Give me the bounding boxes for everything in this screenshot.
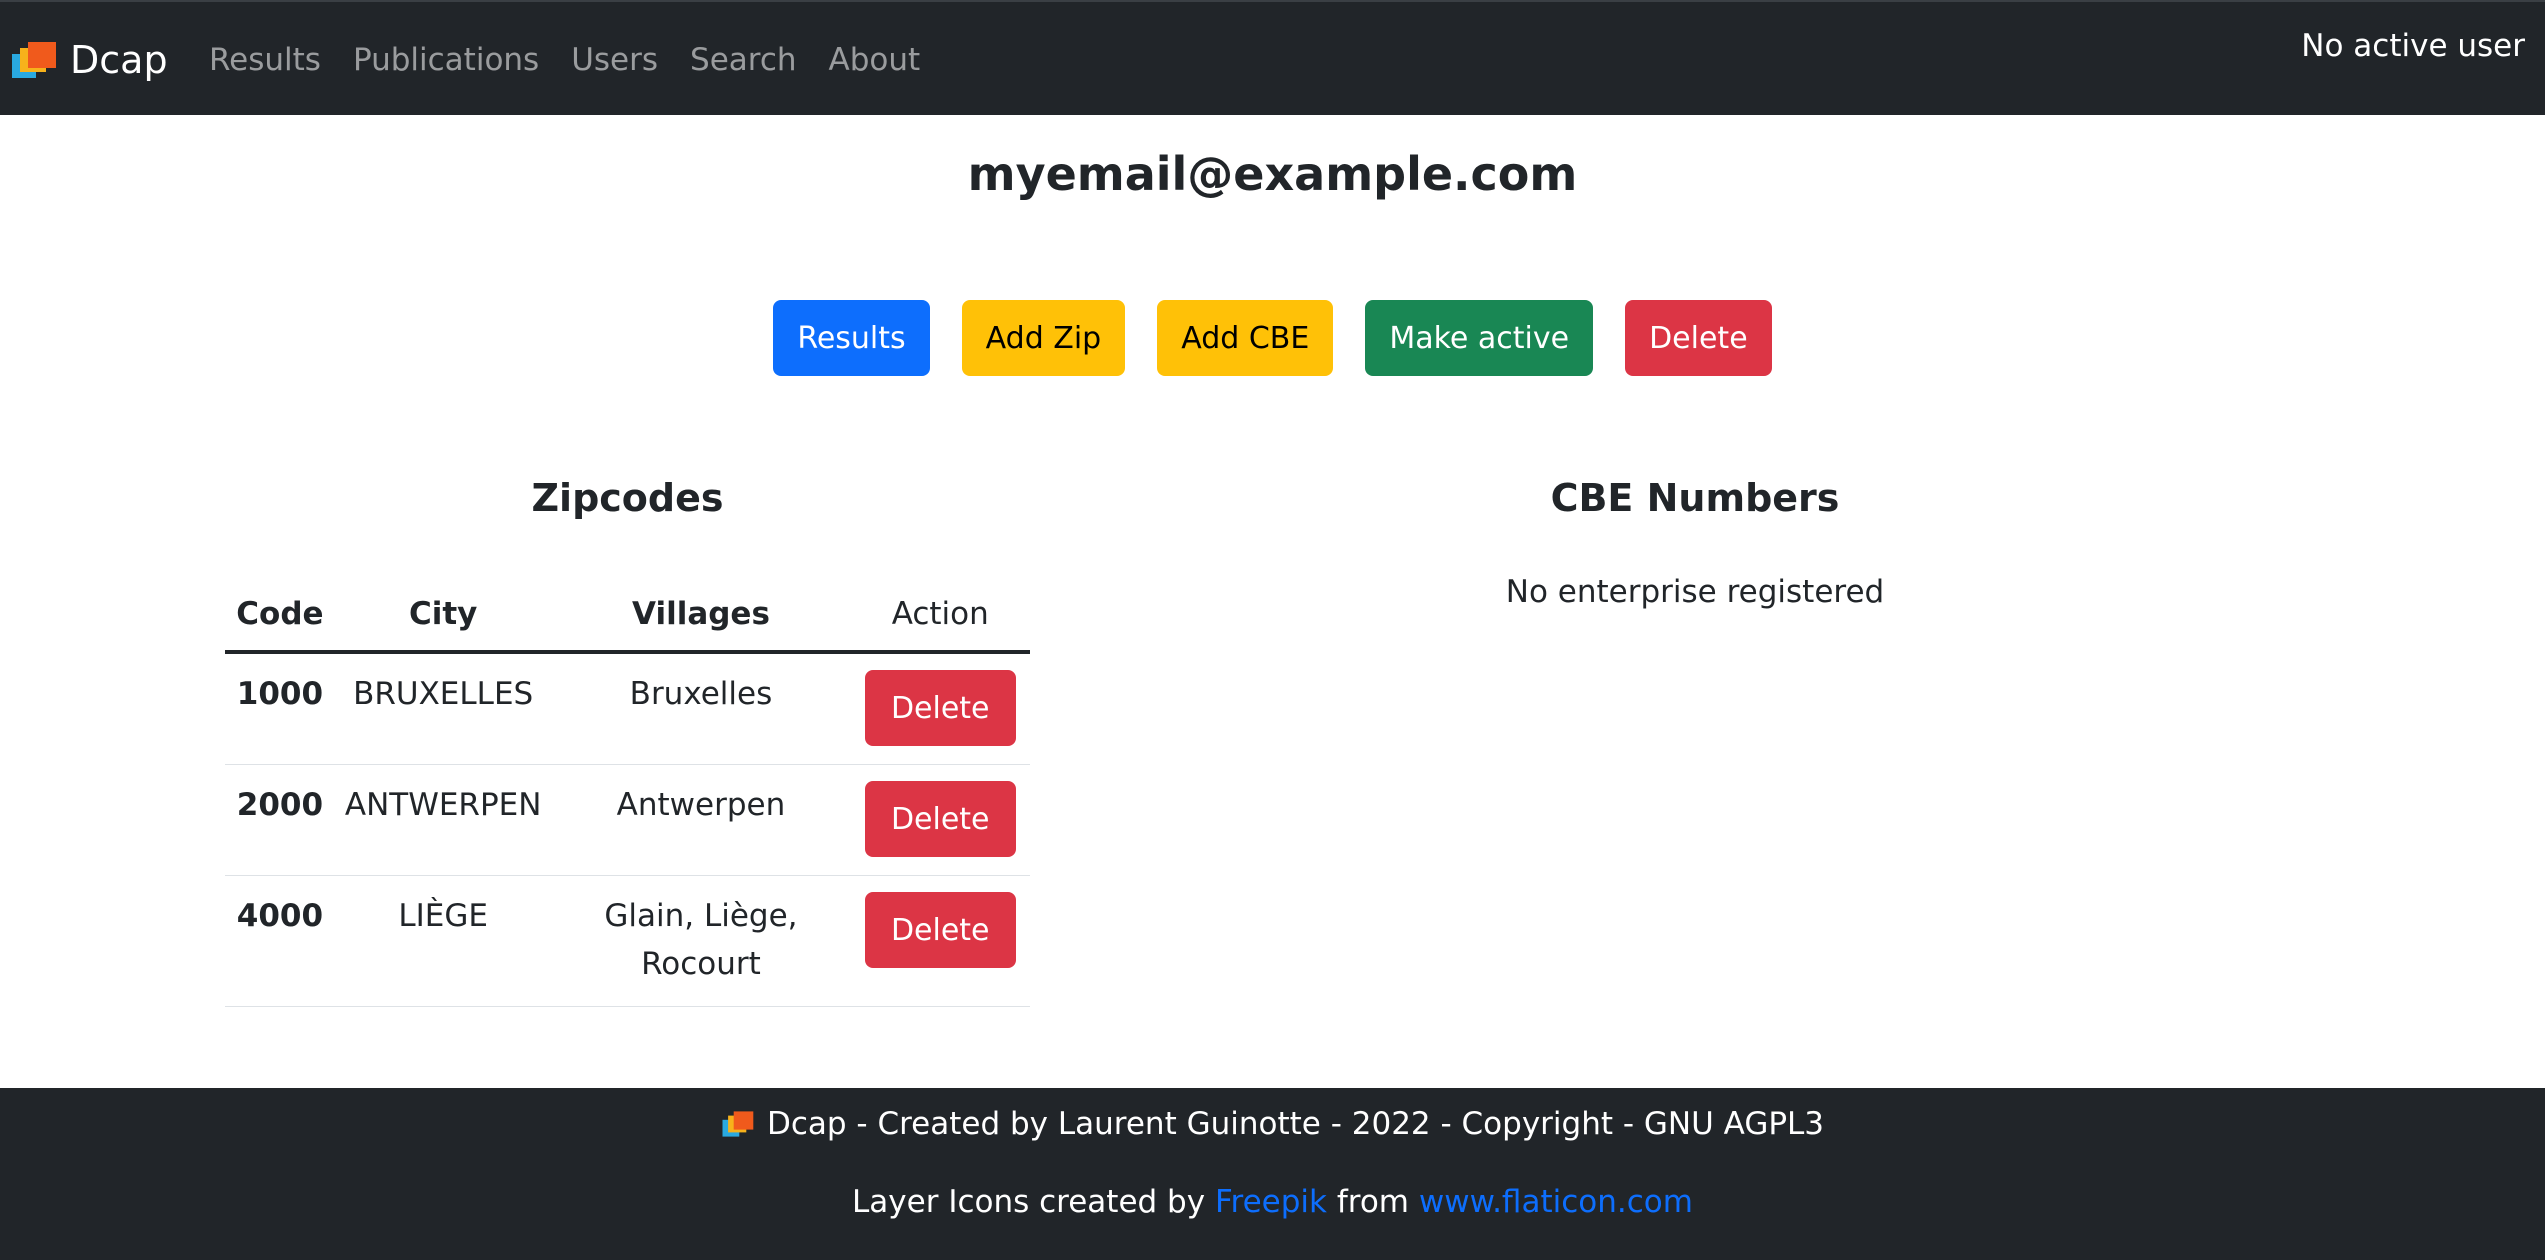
zip-villages: Antwerpen — [551, 764, 851, 876]
zip-city: LIÈGE — [334, 875, 552, 1007]
nav-links: Results Publications Users Search About — [209, 40, 952, 80]
footer-credit-prefix: Layer Icons created by — [852, 1184, 1206, 1220]
results-button[interactable]: Results — [773, 300, 930, 376]
make-active-button[interactable]: Make active — [1365, 300, 1594, 376]
table-row: 4000 LIÈGE Glain, Liège, Rocourt Delete — [225, 875, 1030, 1007]
footer-credit-line: Layer Icons created by Freepik from www.… — [0, 1180, 2545, 1224]
nav-link-results[interactable]: Results — [209, 40, 321, 80]
column-header-city: City — [334, 578, 552, 654]
column-header-action: Action — [850, 578, 1030, 654]
add-cbe-button[interactable]: Add CBE — [1157, 300, 1334, 376]
footer-copyright-line: Dcap - Created by Laurent Guinotte - 202… — [0, 1102, 2545, 1146]
cbe-empty-message: No enterprise registered — [1505, 574, 1885, 610]
zip-action-cell: Delete — [850, 764, 1030, 876]
zip-city: BRUXELLES — [334, 652, 552, 765]
footer-credit-middle: from — [1336, 1184, 1409, 1220]
active-user-status: No active user — [2301, 28, 2525, 64]
zipcodes-table: Code City Villages Action 1000 BRUXELLES… — [225, 578, 1030, 1007]
flaticon-link[interactable]: www.flaticon.com — [1419, 1184, 1693, 1220]
add-zip-button[interactable]: Add Zip — [961, 300, 1126, 376]
nav-link-about[interactable]: About — [829, 40, 921, 80]
cbe-numbers-title: CBE Numbers — [1550, 476, 1840, 520]
column-header-code: Code — [225, 578, 335, 654]
nav-link-publications[interactable]: Publications — [353, 40, 539, 80]
table-row: 1000 BRUXELLES Bruxelles Delete — [225, 652, 1030, 765]
zipcodes-title: Zipcodes — [531, 476, 724, 520]
brand-link[interactable]: Dcap — [12, 32, 168, 88]
zip-code: 2000 — [225, 764, 335, 876]
navbar: Dcap Results Publications Users Search A… — [0, 0, 2545, 115]
action-bar: Results Add Zip Add CBE Make active Dele… — [0, 300, 2545, 376]
zip-action-cell: Delete — [850, 652, 1030, 765]
zip-villages: Glain, Liège, Rocourt — [551, 875, 851, 1007]
delete-user-button[interactable]: Delete — [1625, 300, 1772, 376]
table-row: 2000 ANTWERPEN Antwerpen Delete — [225, 764, 1030, 876]
zip-code: 4000 — [225, 875, 335, 1007]
column-header-villages: Villages — [551, 578, 851, 654]
delete-zip-button[interactable]: Delete — [864, 781, 1016, 857]
footer-copyright-text: Dcap - Created by Laurent Guinotte - 202… — [766, 1106, 1825, 1142]
layers-logo-icon — [722, 1111, 754, 1137]
delete-zip-button[interactable]: Delete — [864, 670, 1016, 746]
freepik-link[interactable]: Freepik — [1215, 1184, 1327, 1220]
zip-villages: Bruxelles — [551, 652, 851, 765]
delete-zip-button[interactable]: Delete — [864, 892, 1016, 968]
zip-action-cell: Delete — [850, 875, 1030, 1007]
footer: Dcap - Created by Laurent Guinotte - 202… — [0, 1088, 2545, 1260]
layers-logo-icon — [12, 42, 56, 78]
zip-code: 1000 — [225, 652, 335, 765]
brand-text: Dcap — [70, 38, 168, 82]
table-header-row: Code City Villages Action — [225, 578, 1030, 654]
nav-link-users[interactable]: Users — [571, 40, 658, 80]
page-title: myemail@example.com — [967, 147, 1578, 201]
nav-link-search[interactable]: Search — [690, 40, 797, 80]
zip-city: ANTWERPEN — [334, 764, 552, 876]
